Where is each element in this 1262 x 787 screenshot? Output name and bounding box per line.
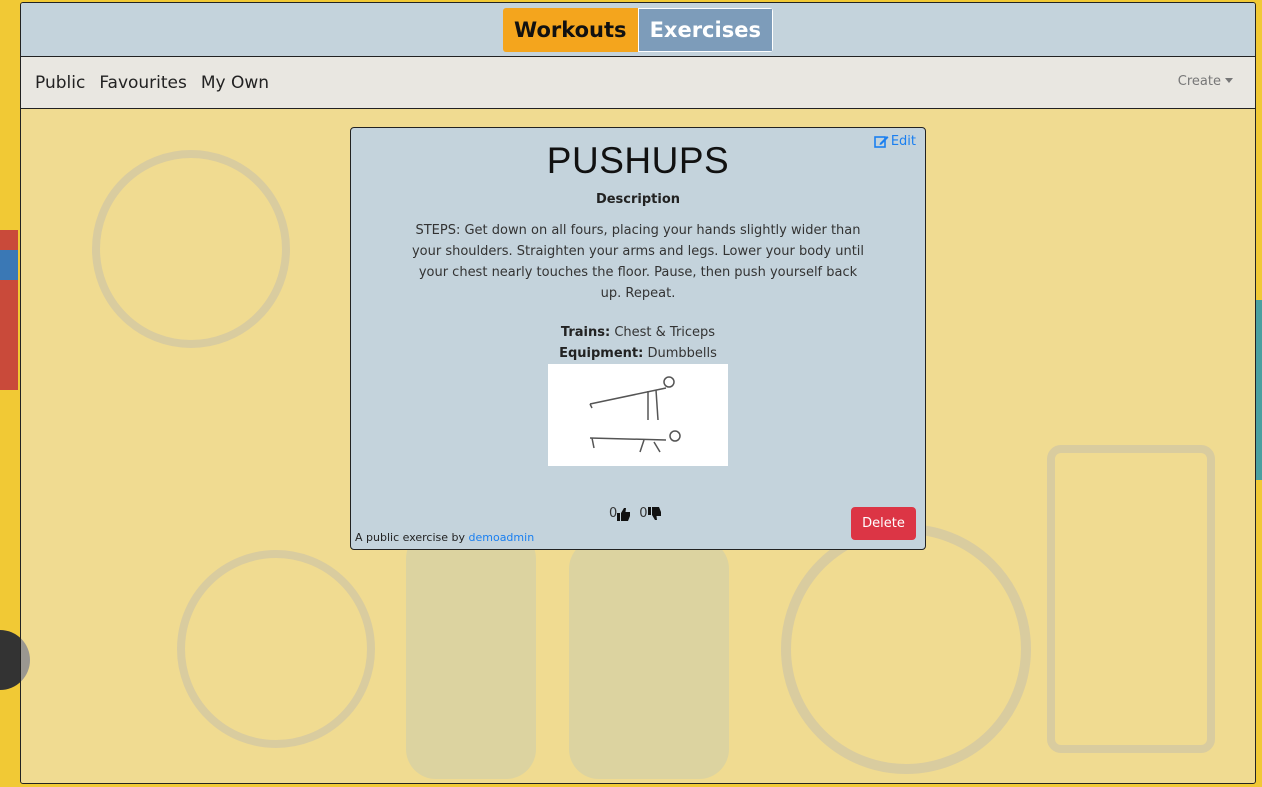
description-text: STEPS: Get down on all fours, placing yo… — [411, 223, 865, 301]
workouts-tab[interactable]: Workouts — [503, 7, 638, 52]
nav-favourites[interactable]: Favourites — [99, 73, 187, 93]
equipment-label: Equipment: — [559, 346, 644, 361]
delete-button[interactable]: Delete — [851, 507, 916, 540]
trains-row: Trains: Chest & Triceps — [351, 322, 925, 343]
caret-down-icon — [1225, 78, 1233, 83]
author-prefix: A public exercise by — [355, 531, 465, 544]
exercises-tab[interactable]: Exercises — [637, 7, 773, 52]
thumbs-up-icon — [617, 507, 631, 521]
app-frame: Workouts Exercises Public Favourites My … — [20, 2, 1256, 784]
dislike-button[interactable]: 0 — [639, 506, 661, 521]
top-bar: Workouts Exercises — [21, 3, 1255, 57]
exercise-card: Edit PUSHUPS Description STEPS: Get down… — [350, 127, 926, 550]
nav-public[interactable]: Public — [35, 73, 85, 93]
section-switcher: Workouts Exercises — [503, 7, 773, 52]
navbar: Public Favourites My Own Create — [21, 57, 1255, 109]
like-button[interactable]: 0 — [609, 506, 631, 521]
author-line: A public exercise by demoadmin — [355, 531, 534, 544]
exercise-meta: Trains: Chest & Triceps Equipment: Dumbb… — [351, 322, 925, 364]
create-dropdown[interactable]: Create — [1178, 74, 1233, 89]
trains-value: Chest & Triceps — [614, 325, 716, 340]
main-content: Edit PUSHUPS Description STEPS: Get down… — [21, 109, 1255, 783]
like-count: 0 — [609, 506, 618, 521]
pushup-illustration — [548, 364, 728, 466]
equipment-row: Equipment: Dumbbells — [351, 343, 925, 364]
edit-label: Edit — [890, 134, 916, 149]
exercise-title: PUSHUPS — [546, 140, 730, 181]
nav-my-own[interactable]: My Own — [201, 73, 269, 93]
author-link[interactable]: demoadmin — [469, 531, 535, 544]
equipment-value: Dumbbells — [647, 346, 717, 361]
create-label: Create — [1177, 74, 1221, 89]
trains-label: Trains: — [560, 325, 611, 340]
vote-bar: 0 0 — [609, 506, 670, 521]
thumbs-down-icon — [647, 506, 661, 520]
dislike-count: 0 — [639, 506, 648, 521]
edit-icon — [874, 136, 889, 148]
edit-link[interactable]: Edit — [874, 134, 916, 149]
description-heading: Description — [595, 192, 681, 207]
